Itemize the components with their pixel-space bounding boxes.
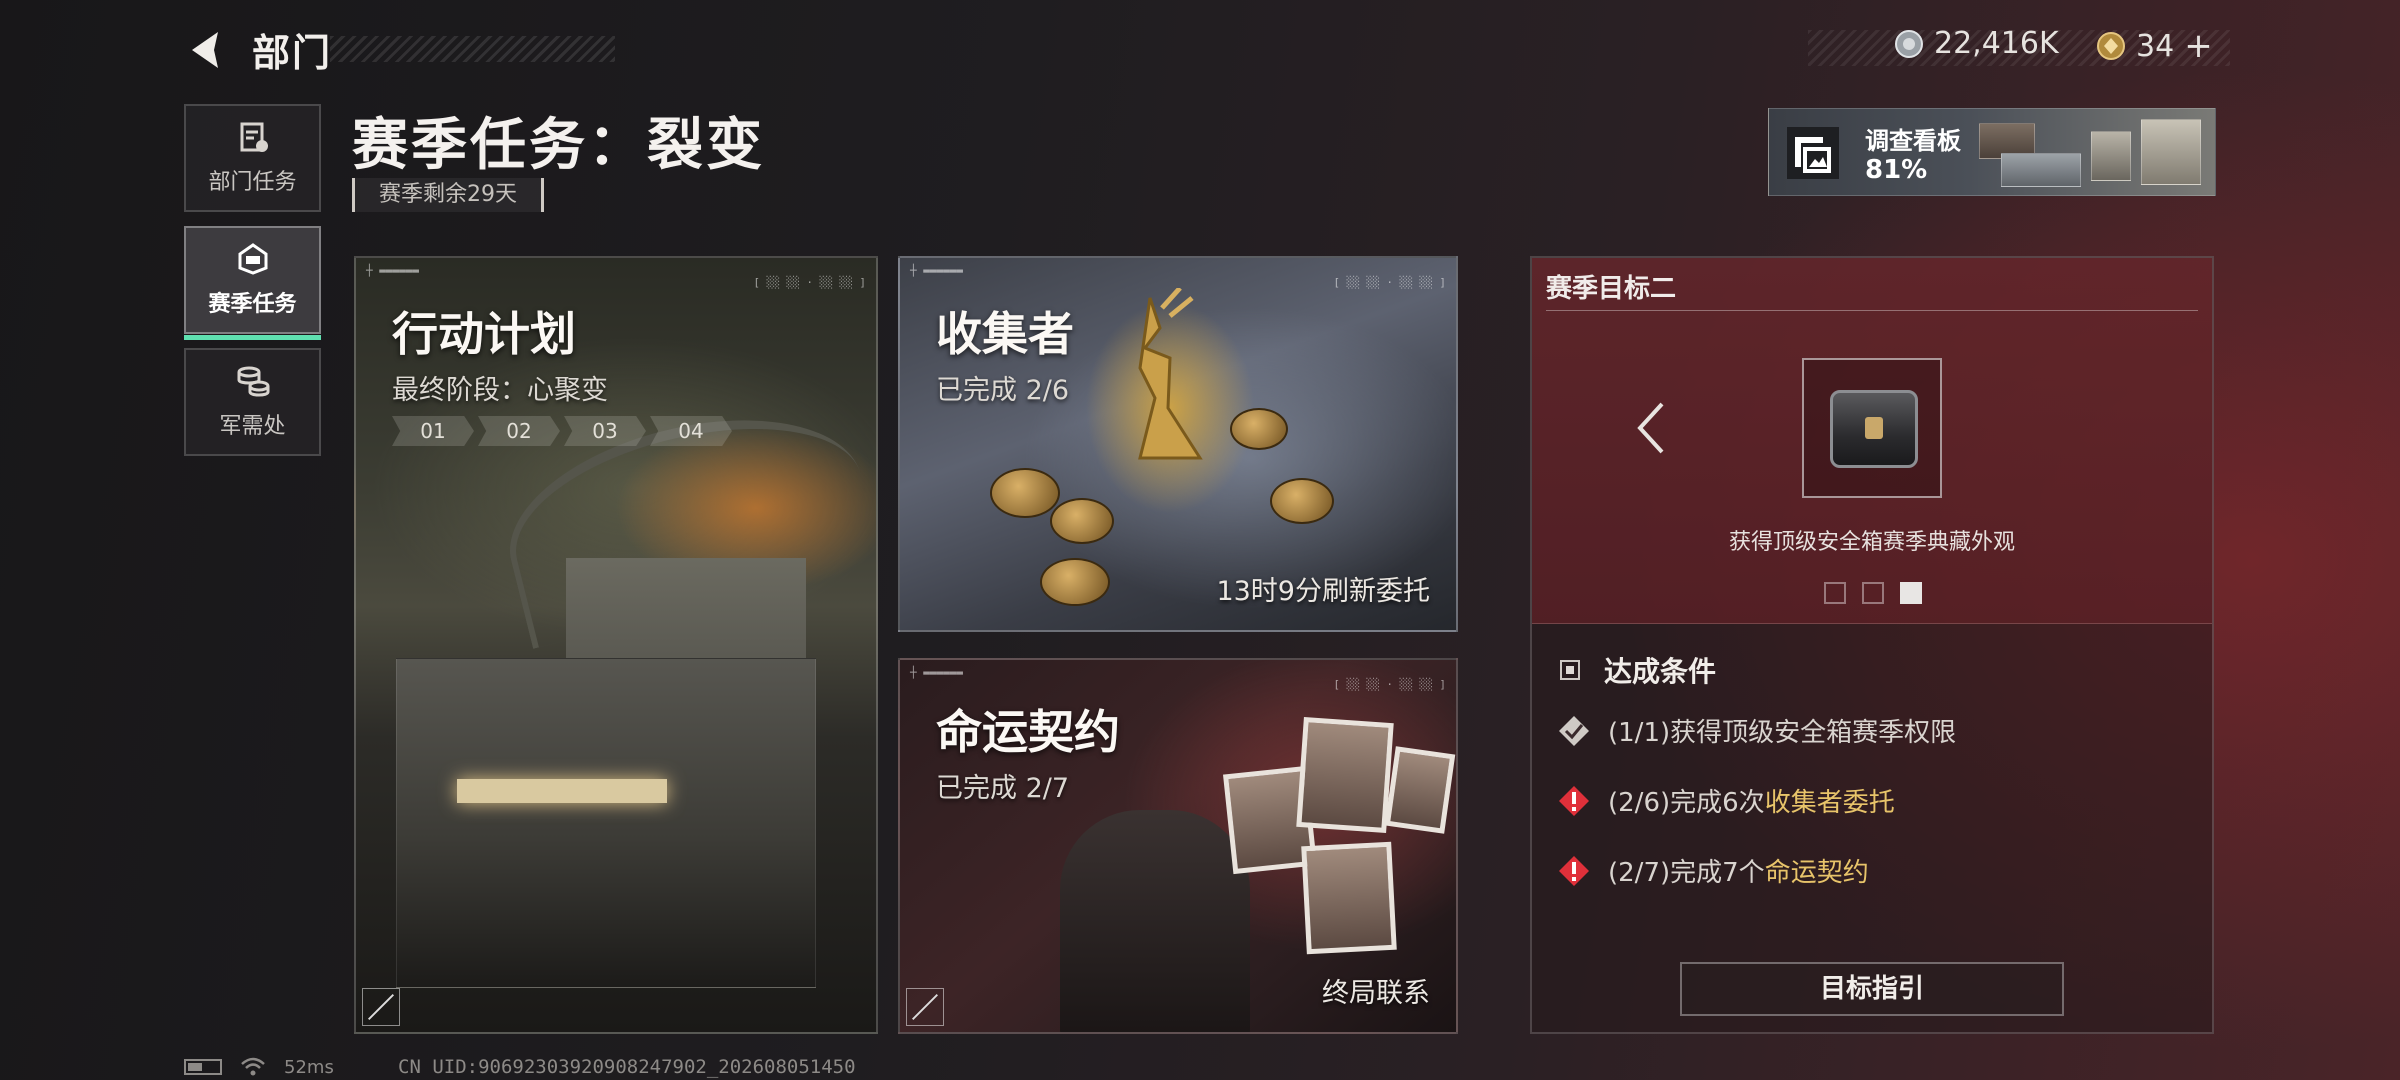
- coins-stack-icon: [237, 366, 269, 397]
- reward-pager: [1824, 582, 1922, 604]
- survey-board-button[interactable]: 调查看板 81%: [1768, 108, 2216, 196]
- expand-icon: [906, 988, 944, 1026]
- card-progress: 已完成 2/7: [936, 773, 1070, 804]
- sidebar-item-label: 部门任务: [208, 170, 297, 195]
- survey-board-label: 调查看板: [1865, 127, 1961, 155]
- season-icon: [238, 243, 267, 275]
- coin-illustration: [1050, 498, 1114, 544]
- currency-silver: 22,416K: [1894, 26, 2059, 61]
- condition-row: (2/6)完成6次收集者委托: [1556, 782, 1895, 819]
- corner-decoration: ┼ ▬▬▬▬▬▬: [910, 264, 963, 277]
- corner-decoration: ┼ ▬▬▬▬▬▬: [910, 666, 963, 679]
- divider: [1546, 310, 2198, 311]
- survey-thumbnail: [2091, 131, 2131, 181]
- survey-board-progress: 81%: [1865, 155, 1928, 185]
- currency-silver-value: 22,416K: [1934, 26, 2059, 61]
- pager-dot[interactable]: [1862, 582, 1884, 604]
- gold-coin-icon: [2097, 32, 2125, 60]
- corner-decoration: [ ░░ ░░ · ░░ ░░ ]: [1333, 276, 1446, 289]
- corner-decoration: ┼ ▬▬▬▬▬▬: [366, 264, 419, 277]
- card-progress: 已完成 2/6: [936, 375, 1070, 406]
- chevron-left-icon[interactable]: [1632, 398, 1672, 458]
- condition-row: (1/1)获得顶级安全箱赛季权限: [1556, 712, 1956, 749]
- bullet-square-icon: [1560, 660, 1580, 680]
- image-board-icon: [1787, 127, 1839, 179]
- condition-highlight[interactable]: 命运契约: [1765, 858, 1869, 888]
- card-title: 行动计划: [392, 307, 576, 361]
- page-title: 赛季任务：裂变: [352, 113, 765, 178]
- back-arrow-icon[interactable]: [184, 26, 232, 74]
- pager-dot[interactable]: [1824, 582, 1846, 604]
- stage-progress: 01 02 03 04: [392, 416, 732, 446]
- corner-decoration: [ ░░ ░░ · ░░ ░░ ]: [1333, 678, 1446, 691]
- battery-icon: [184, 1059, 222, 1075]
- reward-item-frame[interactable]: [1802, 358, 1942, 498]
- coin-illustration: [1270, 478, 1334, 524]
- goal-heading: 赛季目标二: [1546, 274, 1677, 304]
- reward-caption: 获得顶级安全箱赛季典藏外观: [1728, 530, 2015, 555]
- condition-row: (2/7)完成7个命运契约: [1556, 852, 1869, 889]
- status-bar: 52ms: [184, 1056, 334, 1078]
- corner-decoration: [ ░░ ░░ · ░░ ░░ ]: [753, 276, 866, 289]
- expand-icon: [362, 988, 400, 1026]
- goal-reward-section: 赛季目标二 获得顶级安全箱赛季典藏外观: [1532, 258, 2212, 624]
- wifi-icon: [241, 1057, 265, 1076]
- pager-dot-active[interactable]: [1900, 582, 1922, 604]
- add-currency-button[interactable]: +: [2184, 26, 2213, 66]
- card-subtitle: 最终阶段：心聚变: [392, 375, 608, 406]
- coin-illustration: [990, 468, 1060, 518]
- stage-step: 04: [650, 416, 732, 446]
- photo-illustration: [1296, 716, 1394, 834]
- ping-value: 52ms: [284, 1056, 334, 1078]
- warning-diamond-icon: [1559, 785, 1589, 816]
- stage-step: 01: [392, 416, 474, 446]
- golden-deer-figure: [1138, 288, 1203, 460]
- stage-step: 03: [564, 416, 646, 446]
- collector-card[interactable]: ┼ ▬▬▬▬▬▬ [ ░░ ░░ · ░░ ░░ ] 收集者 已完成 2/6 1…: [898, 256, 1458, 632]
- coin-illustration: [1230, 408, 1288, 450]
- goal-guide-button[interactable]: 目标指引: [1680, 962, 2064, 1016]
- currency-gold-value: 34: [2136, 28, 2175, 64]
- card-title: 收集者: [936, 307, 1074, 361]
- refresh-timer: 13时9分刷新委托: [1216, 576, 1430, 607]
- condition-text: (1/1)获得顶级安全箱赛季权限: [1608, 718, 1957, 748]
- scene-illustration: [396, 658, 816, 988]
- stage-step: 02: [478, 416, 560, 446]
- survey-thumbnail: [2001, 153, 2081, 187]
- card-title: 命运契约: [936, 705, 1120, 759]
- sidebar-item-quartermaster[interactable]: 军需处: [184, 348, 321, 456]
- currency-gold[interactable]: 34 +: [2096, 26, 2213, 66]
- safe-box-icon: [1830, 390, 1918, 468]
- check-diamond-icon: [1559, 715, 1589, 746]
- photo-illustration: [1384, 746, 1456, 834]
- survey-thumbnail: [2141, 119, 2201, 185]
- operation-plan-card[interactable]: ┼ ▬▬▬▬▬▬ [ ░░ ░░ · ░░ ░░ ] 行动计划 最终阶段：心聚变…: [354, 256, 878, 1034]
- condition-text: (2/7)完成7个命运契约: [1608, 858, 1869, 888]
- scene-illustration: [1060, 810, 1250, 1032]
- sidebar-item-season-tasks[interactable]: 赛季任务: [184, 226, 321, 340]
- header-title: 部门: [252, 31, 333, 75]
- fate-contract-card[interactable]: ┼ ▬▬▬▬▬▬ [ ░░ ░░ · ░░ ░░ ] 命运契约 已完成 2/7 …: [898, 658, 1458, 1034]
- condition-highlight[interactable]: 收集者委托: [1765, 788, 1895, 818]
- sidebar-item-label: 赛季任务: [208, 292, 297, 317]
- condition-text: (2/6)完成6次收集者委托: [1608, 788, 1895, 818]
- warning-diamond-icon: [1559, 855, 1589, 886]
- photo-illustration: [1301, 841, 1397, 955]
- report-icon: [240, 122, 268, 152]
- user-uid: CN UID:90692303920908247902_202608051450: [398, 1056, 856, 1078]
- season-goal-panel: 赛季目标二 获得顶级安全箱赛季典藏外观 达成条件 (1/1)获得顶级安全箱赛季权…: [1530, 256, 2214, 1034]
- card-footer: 终局联系: [1322, 978, 1430, 1009]
- sidebar-item-label: 军需处: [219, 414, 286, 439]
- season-remaining-badge: 赛季剩余29天: [352, 178, 544, 212]
- sidebar-item-department-tasks[interactable]: 部门任务: [184, 104, 321, 212]
- header-decoration: [330, 36, 615, 62]
- conditions-heading: 达成条件: [1560, 650, 1716, 690]
- silver-coin-icon: [1895, 29, 1923, 58]
- conditions-heading-label: 达成条件: [1604, 655, 1717, 688]
- coin-illustration: [1040, 558, 1110, 606]
